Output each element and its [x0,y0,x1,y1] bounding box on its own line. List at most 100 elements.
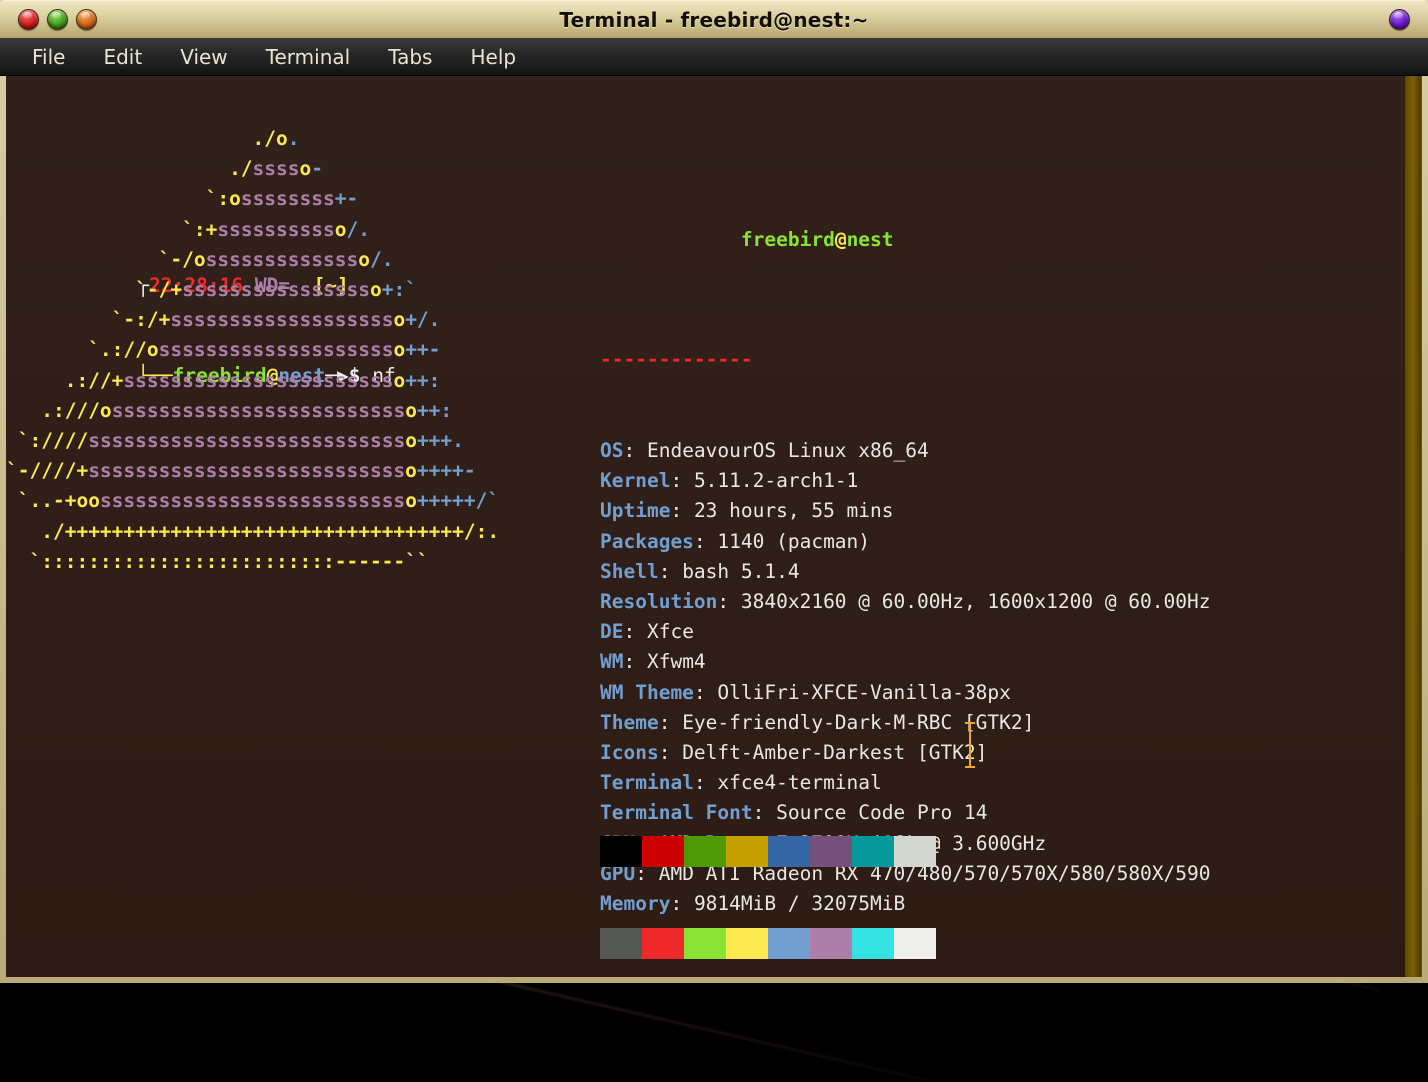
system-info-colon: : [659,711,682,734]
terminal-scrollbar[interactable] [1404,76,1422,977]
system-info-value: Xfwm4 [647,650,706,673]
window-title: Terminal - freebird@nest:~ [0,8,1428,32]
system-info-colon: : [623,620,646,643]
palette-swatch-dark-5 [810,836,852,867]
system-info-value: EndeavourOS Linux x86_64 [647,439,929,462]
system-info-colon: : [623,650,646,673]
palette-swatch-bright-1 [642,928,684,959]
system-info-colon: : [694,681,717,704]
palette-swatch-dark-3 [726,836,768,867]
system-info-key: Icons [600,741,659,764]
system-info-colon: : [670,469,693,492]
palette-row-bright [600,928,936,959]
system-info-row: WM Theme: OlliFri-XFCE-Vanilla-38px [600,678,1211,708]
ascii-art-line: `-:/+ssssssssssssssssssso+/. [6,305,499,335]
system-info-key: DE [600,620,623,643]
maximize-button-icon[interactable] [47,9,68,30]
menu-item-edit[interactable]: Edit [89,43,156,71]
system-info-row: Resolution: 3840x2160 @ 60.00Hz, 1600x12… [600,587,1211,617]
system-info-row: WM: Xfwm4 [600,647,1211,677]
palette-row-dark [600,836,936,867]
system-info-hostname: nest [847,228,894,251]
prompt-line-bottom: ┌22:28:19 WD= [~] └──freebird@nest─▶$ [20,962,384,977]
ascii-art-line: `:+sssssssssso/. [6,215,499,245]
system-info-row: Kernel: 5.11.2-arch1-1 [600,466,1211,496]
system-info-separator: ------------- [600,345,1211,375]
system-info-colon: : [623,439,646,462]
palette-swatch-dark-6 [852,836,894,867]
system-info-colon: : [659,560,682,583]
system-info-row: Uptime: 23 hours, 55 mins [600,496,1211,526]
close-button-icon[interactable] [18,9,39,30]
system-info-row: Theme: Eye-friendly-Dark-M-RBC [GTK2] [600,708,1211,738]
system-info-at: @ [835,228,847,251]
system-info-key: Kernel [600,469,670,492]
color-palette-swatches [600,776,936,977]
ascii-art-line: ./sssso- [6,154,499,184]
window-titlebar[interactable]: Terminal - freebird@nest:~ [0,0,1428,38]
system-info-value: bash 5.1.4 [682,560,799,583]
palette-swatch-dark-4 [768,836,810,867]
system-info-key: Packages [600,530,694,553]
palette-swatch-bright-2 [684,928,726,959]
system-info-value: OlliFri-XFCE-Vanilla-38px [717,681,1011,704]
minimize-button-icon[interactable] [76,9,97,30]
palette-swatch-dark-1 [642,836,684,867]
system-info-key: Uptime [600,499,670,522]
system-info-key: WM [600,650,623,673]
system-info-colon: : [694,530,717,553]
endeavouros-ascii-logo: ./o. ./sssso- `:ossssssss+- `:+sssssssss… [6,124,499,577]
system-info-row: Icons: Delft-Amber-Darkest [GTK2] [600,738,1211,768]
scrollbar-thumb[interactable] [1405,76,1421,977]
system-info-key: OS [600,439,623,462]
ascii-art-line: `.://osssssssssssssssssssso++- [6,335,499,365]
system-info-key: Theme [600,711,659,734]
system-info-row: DE: Xfce [600,617,1211,647]
system-info-value: Xfce [647,620,694,643]
ascii-art-line: `-////+ssssssssssssssssssssssssssso++++- [6,456,499,486]
ascii-art-line: `..-+oosssssssssssssssssssssssssso+++++/… [6,486,499,516]
system-info-value: 3840x2160 @ 60.00Hz, 1600x1200 @ 60.00Hz [741,590,1211,613]
palette-swatch-dark-0 [600,836,642,867]
system-info-value: Eye-friendly-Dark-M-RBC [GTK2] [682,711,1034,734]
palette-swatch-bright-7 [894,928,936,959]
system-info-key: Shell [600,560,659,583]
menu-bar: File Edit View Terminal Tabs Help [0,38,1428,76]
palette-swatch-bright-5 [810,928,852,959]
menu-item-tabs[interactable]: Tabs [374,43,446,71]
ascii-art-line: ./o. [6,124,499,154]
terminal-area: ┌22:28:16 WD= [~] └──freebird@nest─▶$ nf… [6,76,1422,977]
palette-swatch-dark-7 [894,836,936,867]
ascii-art-line: .://+ssssssssssssssssssssssso++: [6,366,499,396]
system-info-row: Shell: bash 5.1.4 [600,557,1211,587]
system-info-value: 23 hours, 55 mins [694,499,894,522]
ascii-art-line: ./++++++++++++++++++++++++++++++++++/:. [6,517,499,547]
palette-swatch-bright-3 [726,928,768,959]
system-info-colon: : [670,499,693,522]
system-info-value: 5.11.2-arch1-1 [694,469,858,492]
menu-item-file[interactable]: File [18,43,79,71]
system-info-key: WM Theme [600,681,694,704]
ascii-art-line: `-/+sssssssssssssssso+:` [6,275,499,305]
palette-swatch-bright-0 [600,928,642,959]
palette-swatch-dark-2 [684,836,726,867]
ascii-art-line: .:///ossssssssssssssssssssssssso++: [6,396,499,426]
menu-item-terminal[interactable]: Terminal [252,43,365,71]
window-menu-button-icon[interactable] [1389,9,1410,30]
system-info-colon: : [717,590,740,613]
palette-swatch-bright-4 [768,928,810,959]
system-info-value: Delft-Amber-Darkest [GTK2] [682,741,987,764]
system-info-colon: : [659,741,682,764]
ascii-art-line: `:ossssssss+- [6,184,499,214]
ascii-art-line: `:////ssssssssssssssssssssssssssso+++. [6,426,499,456]
neofetch-output: ./o. ./sssso- `:ossssssss+- `:+sssssssss… [6,124,1404,366]
menu-item-view[interactable]: View [166,43,241,71]
menu-item-help[interactable]: Help [456,43,530,71]
terminal-screen[interactable]: ┌22:28:16 WD= [~] └──freebird@nest─▶$ nf… [6,76,1404,977]
system-info-user: freebird [741,228,835,251]
ascii-art-line: `:::::::::::::::::::::::::------`` [6,547,499,577]
system-info-row: OS: EndeavourOS Linux x86_64 [600,436,1211,466]
system-info-row: Packages: 1140 (pacman) [600,527,1211,557]
system-info-key: Resolution [600,590,717,613]
palette-swatch-bright-6 [852,928,894,959]
